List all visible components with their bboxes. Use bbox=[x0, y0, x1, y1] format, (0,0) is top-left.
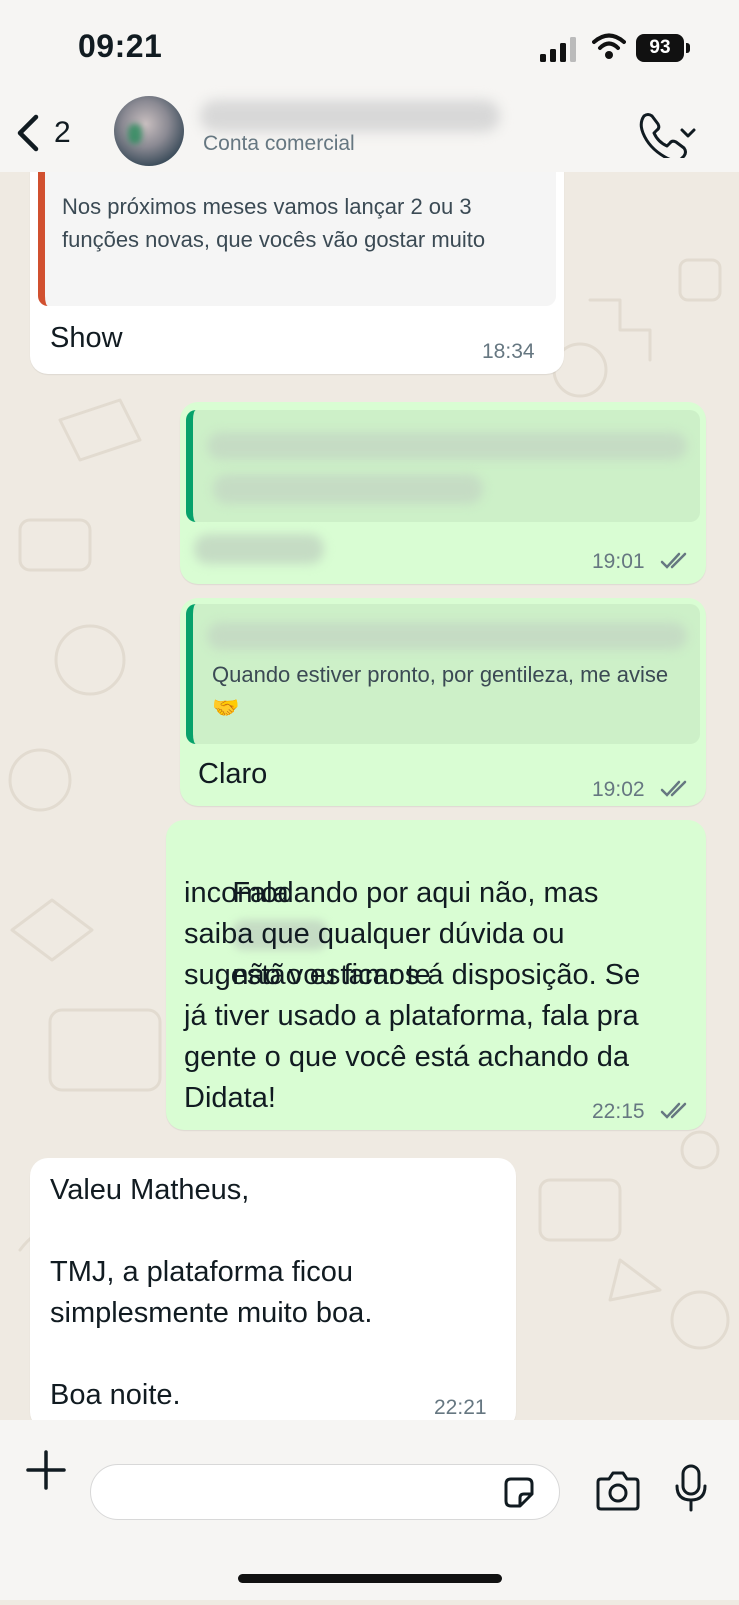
message-time: 22:15 bbox=[592, 1100, 645, 1123]
message-list: Nos próximos meses vamos lançar 2 ou 3 f… bbox=[0, 0, 739, 1600]
status-bar: 09:21 93 bbox=[0, 0, 739, 96]
battery-level: 93 bbox=[649, 37, 671, 58]
message-text-line: incomodando por aqui não, mas bbox=[184, 877, 599, 909]
chat-header: 2 Conta comercial bbox=[0, 96, 739, 172]
plus-icon[interactable] bbox=[24, 1448, 68, 1492]
message-text: Claro bbox=[198, 758, 268, 790]
redacted-quote-author bbox=[207, 432, 687, 460]
redacted-quote-text bbox=[213, 474, 483, 504]
status-time: 09:21 bbox=[78, 28, 163, 64]
back-button[interactable]: 2 bbox=[14, 108, 71, 158]
message-text-line: Didata! bbox=[184, 1082, 276, 1114]
message-time: 22:21 bbox=[434, 1396, 487, 1419]
cellular-signal-icon bbox=[540, 37, 576, 62]
message-text: Show bbox=[50, 322, 123, 354]
message-bubble-incoming[interactable]: Valeu Matheus, TMJ, a plataforma ficou s… bbox=[30, 1158, 516, 1430]
read-receipt-icon bbox=[660, 1102, 687, 1119]
message-time: 18:34 bbox=[482, 340, 535, 363]
microphone-icon[interactable] bbox=[674, 1464, 708, 1514]
battery-tip bbox=[686, 43, 690, 53]
read-receipt-icon bbox=[660, 552, 687, 569]
contact-subtitle: Conta comercial bbox=[203, 132, 355, 155]
message-time: 19:02 bbox=[592, 778, 645, 801]
sticker-icon[interactable] bbox=[500, 1474, 538, 1512]
wifi-icon bbox=[592, 33, 626, 59]
compose-bar bbox=[0, 1420, 739, 1600]
chevron-down-icon bbox=[680, 128, 696, 138]
message-text-line: saiba que qualquer dúvida ou bbox=[184, 918, 565, 950]
message-bubble-outgoing[interactable]: Fala não vou ficar te incomodando por aq… bbox=[166, 820, 706, 1130]
chevron-left-icon bbox=[17, 114, 39, 152]
quoted-text: Nos próximos meses vamos lançar 2 ou 3 f… bbox=[62, 194, 486, 252]
contact-name-redacted[interactable] bbox=[200, 100, 500, 132]
message-bubble-outgoing[interactable]: 19:01 bbox=[180, 402, 706, 584]
message-time: 19:01 bbox=[592, 550, 645, 573]
home-indicator bbox=[238, 1574, 502, 1583]
redacted-message-text bbox=[194, 534, 324, 564]
message-text-line: sugestão estamos á disposição. Se bbox=[184, 959, 641, 991]
contact-avatar[interactable] bbox=[114, 96, 184, 166]
read-receipt-icon bbox=[660, 780, 687, 797]
quoted-message[interactable] bbox=[186, 410, 700, 522]
camera-icon[interactable] bbox=[594, 1470, 642, 1512]
message-input[interactable] bbox=[90, 1464, 560, 1520]
unread-count: 2 bbox=[54, 116, 71, 149]
quoted-message[interactable]: Quando estiver pronto, por gentileza, me… bbox=[186, 604, 700, 744]
voice-call-button[interactable] bbox=[636, 108, 700, 158]
redacted-quote-author bbox=[207, 622, 687, 650]
phone-icon bbox=[639, 113, 687, 158]
message-text-line: já tiver usado a plataforma, fala pra bbox=[184, 1000, 639, 1032]
message-text-line: gente o que você está achando da bbox=[184, 1041, 630, 1073]
message-text: Valeu Matheus, TMJ, a plataforma ficou s… bbox=[50, 1174, 373, 1411]
quoted-text: Quando estiver pronto, por gentileza, me… bbox=[212, 662, 669, 720]
message-bubble-outgoing[interactable]: Quando estiver pronto, por gentileza, me… bbox=[180, 598, 706, 806]
battery-indicator: 93 bbox=[636, 34, 684, 62]
